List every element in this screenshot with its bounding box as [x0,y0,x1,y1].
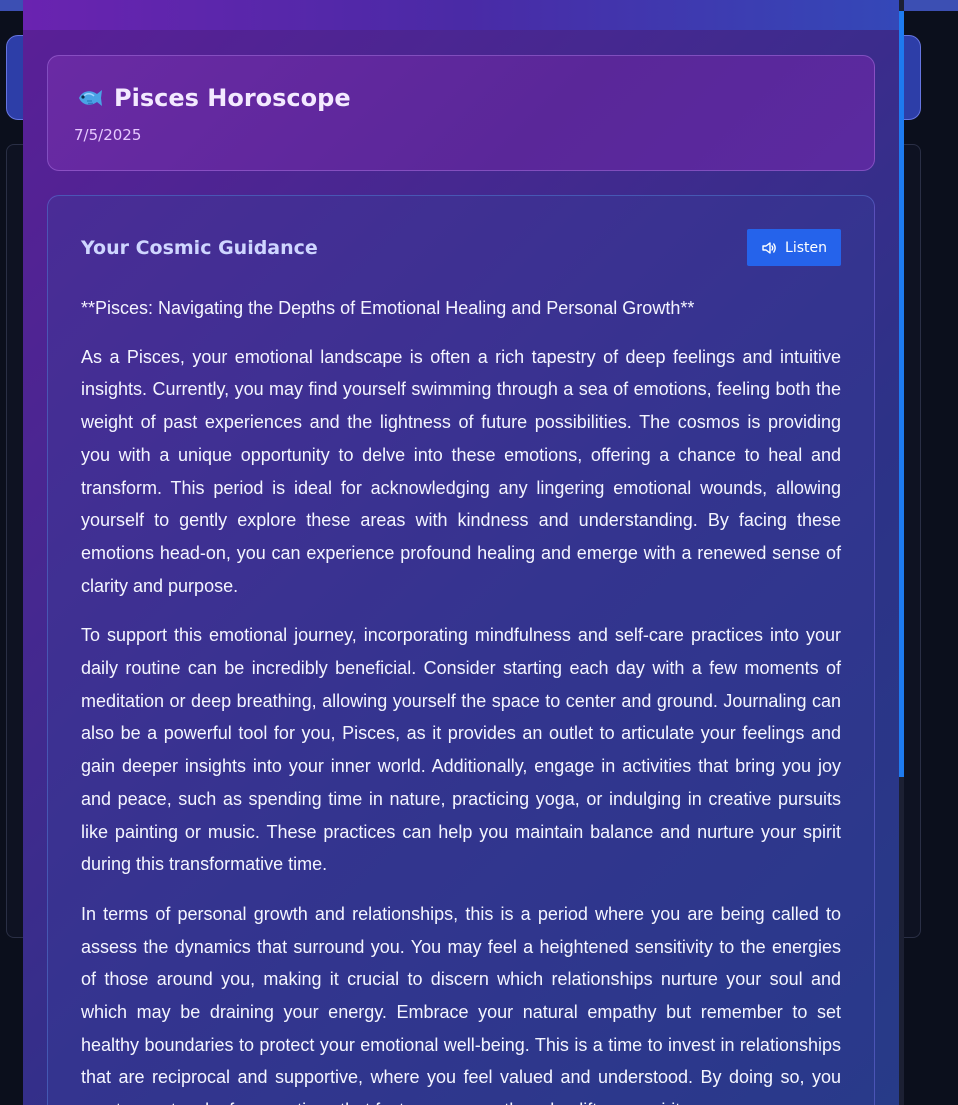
listen-button-label: Listen [785,239,827,256]
horoscope-date: 7/5/2025 [74,126,142,144]
scrollbar-thumb[interactable] [899,11,904,777]
guidance-card: Your Cosmic Guidance Listen **Pisces: Na… [47,195,875,1105]
horoscope-headline: **Pisces: Navigating the Depths of Emoti… [81,298,695,318]
horoscope-paragraph: To support this emotional journey, incor… [81,625,841,875]
horoscope-content: **Pisces: Navigating the Depths of Emoti… [81,292,841,1105]
horoscope-modal: Pisces Horoscope 7/5/2025 Your Cosmic Gu… [23,0,901,1105]
fish-icon [79,90,102,106]
horoscope-header-card: Pisces Horoscope 7/5/2025 [47,55,875,171]
guidance-title: Your Cosmic Guidance [81,237,318,259]
speaker-icon [762,241,776,254]
horoscope-paragraph: In terms of personal growth and relation… [81,903,841,1105]
horoscope-paragraph: As a Pisces, your emotional landscape is… [81,346,841,596]
page-title-text: Pisces Horoscope [114,84,351,112]
modal-top-strip [23,0,901,30]
listen-button[interactable]: Listen [747,229,841,266]
page-title: Pisces Horoscope [76,84,351,112]
